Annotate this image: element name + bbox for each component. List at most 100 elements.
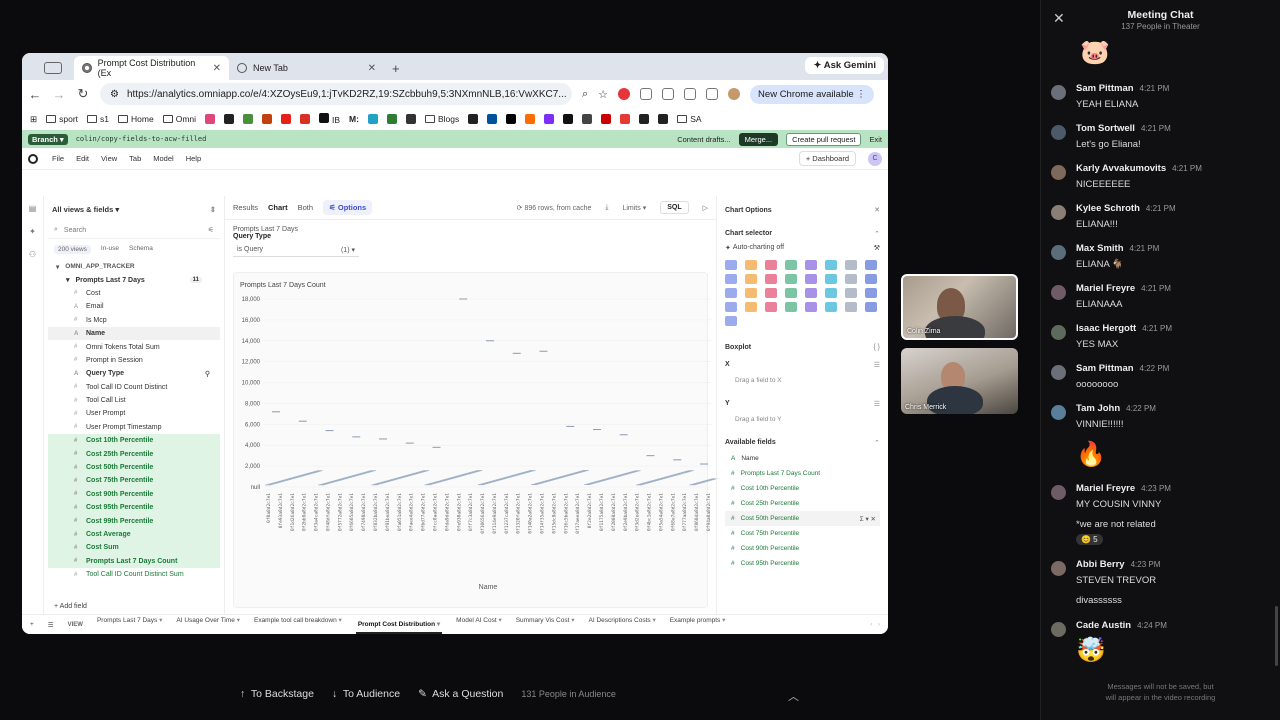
bookmark-icon[interactable] <box>525 114 536 124</box>
close-tab-icon[interactable]: ✕ <box>368 63 376 74</box>
workbook-tab[interactable]: Summary Vis Cost ▾ <box>516 616 575 634</box>
bookmark-star-icon[interactable]: ☆ <box>598 88 608 101</box>
measure-item[interactable]: # Cost 25th Percentile <box>48 447 220 461</box>
back-icon[interactable]: ← <box>28 87 42 102</box>
bookmark-folder-s1[interactable]: s1 <box>87 114 109 124</box>
chart-type-icon[interactable] <box>845 260 857 270</box>
bookmark-icon[interactable] <box>639 114 650 124</box>
chart-type-icon[interactable] <box>725 288 737 298</box>
sql-button[interactable]: SQL <box>660 201 689 214</box>
filter-icon[interactable]: ⚲ <box>205 370 210 378</box>
tab-menu-chevron-icon[interactable]: ▾ <box>157 617 162 624</box>
pill-views[interactable]: 200 views <box>54 245 91 254</box>
camera-extension-icon[interactable] <box>640 88 653 100</box>
chart-type-icon[interactable] <box>725 302 737 312</box>
branch-dropdown[interactable]: Branch ▾ <box>28 133 68 145</box>
video-tile-chris[interactable]: Chris Merrick <box>901 348 1018 414</box>
bookmark-folder-sa[interactable]: SA <box>677 114 702 124</box>
run-icon[interactable]: ▷ <box>703 204 708 212</box>
bookmark-icon[interactable] <box>262 114 273 124</box>
ask-gemini-button[interactable]: ✦ Ask Gemini <box>805 57 884 74</box>
chart-type-icon[interactable] <box>825 302 837 312</box>
apps-grid-icon[interactable]: ⊞ <box>30 114 37 125</box>
x-icon[interactable] <box>506 114 517 124</box>
field-item[interactable]: A Query Type ⚲ <box>48 367 220 380</box>
field-item[interactable]: # Cost <box>48 287 220 300</box>
filter-icon[interactable]: ⚟ <box>208 226 214 234</box>
measure-item[interactable]: # Cost 10th Percentile <box>48 434 220 448</box>
to-audience-button[interactable]: ↓ To Audience <box>332 688 400 700</box>
options-button[interactable]: ⚟ Options <box>323 200 373 215</box>
site-info-icon[interactable]: ⚙ <box>110 89 119 100</box>
tab-menu-chevron-icon[interactable]: ▾ <box>720 617 725 624</box>
video-tile-colin[interactable]: Colin Zima <box>901 274 1018 340</box>
nyt-icon[interactable] <box>582 114 593 124</box>
add-tab-icon[interactable]: + <box>30 621 34 628</box>
measure-item[interactable]: # Cost 75th Percentile <box>48 474 220 488</box>
chart-type-icon[interactable] <box>745 288 757 298</box>
tab-both[interactable]: Both <box>298 203 313 212</box>
field-item[interactable]: A Name <box>48 326 220 341</box>
chart-type-icon[interactable] <box>765 274 777 284</box>
browser-tab-active[interactable]: Prompt Cost Distribution (Ex ✕ <box>74 56 229 80</box>
bookmark-icon[interactable] <box>386 114 397 124</box>
fields-panel-icon[interactable]: ▤ <box>29 204 37 213</box>
chart-type-icon[interactable] <box>785 260 797 270</box>
chart-type-icon[interactable] <box>745 302 757 312</box>
profile-avatar[interactable] <box>728 88 741 100</box>
new-chrome-button[interactable]: New Chrome available ⋮ <box>750 84 874 104</box>
tabs-menu-icon[interactable]: ☰ <box>48 621 54 629</box>
tab-menu-chevron-icon[interactable]: ▾ <box>435 621 440 628</box>
fields-search-input[interactable]: ⌕ Search ⚟ <box>48 222 220 239</box>
available-fields-header[interactable]: Available fields ⌃ <box>725 433 880 451</box>
chart-type-icon[interactable] <box>785 288 797 298</box>
chart-type-icon[interactable] <box>805 260 817 270</box>
available-field-item[interactable]: # Cost 90th Percentile <box>725 541 880 556</box>
available-field-item[interactable]: # Cost 50th Percentile Σ ▾ ✕ <box>725 511 880 526</box>
boxplot-header[interactable]: Boxplot { } <box>725 338 880 355</box>
field-item[interactable]: # Omni Tokens Total Sum <box>48 340 220 353</box>
url-field[interactable]: ⚙ https://analytics.omniapp.co/e/4:XZOys… <box>100 83 572 105</box>
ask-question-button[interactable]: ✎ Ask a Question <box>418 688 503 700</box>
pill-schema[interactable]: Schema <box>129 245 153 254</box>
menu-edit[interactable]: Edit <box>76 154 89 163</box>
bookmark-folder-omni[interactable]: Omni <box>162 114 196 124</box>
chart-type-icon[interactable] <box>745 260 757 270</box>
tab-results[interactable]: Results <box>233 203 258 212</box>
chart-type-icon[interactable] <box>765 288 777 298</box>
menu-help[interactable]: Help <box>186 154 201 163</box>
chart-type-icon[interactable] <box>765 260 777 270</box>
wand-icon[interactable]: ⚒ <box>874 244 880 252</box>
pill-in-use[interactable]: In-use <box>101 245 119 254</box>
measure-item[interactable]: # Cost 95th Percentile <box>48 501 220 515</box>
chart-type-icon[interactable] <box>785 274 797 284</box>
available-field-item[interactable]: # Cost 75th Percentile <box>725 526 880 541</box>
menu-view[interactable]: View <box>101 154 117 163</box>
to-backstage-button[interactable]: ↑ To Backstage <box>240 688 314 700</box>
chart-type-icon[interactable] <box>805 288 817 298</box>
measure-item[interactable]: # Cost Sum <box>48 541 220 555</box>
chart-selector-header[interactable]: Chart selector ⌃ <box>725 224 880 242</box>
workbook-tab[interactable]: Prompts Last 7 Days ▾ <box>97 616 162 634</box>
user-avatar[interactable]: C <box>868 151 882 166</box>
bookmark-icon[interactable] <box>620 114 631 124</box>
chart-type-icon[interactable] <box>865 302 877 312</box>
measure-item[interactable]: # Cost 99th Percentile <box>48 514 220 528</box>
ai-assistant-icon[interactable]: ✦ <box>29 227 36 236</box>
chart-type-icon[interactable] <box>725 260 737 270</box>
topics-icon[interactable]: ⚇ <box>29 250 36 259</box>
field-item[interactable]: # Tool Call ID Count Distinct <box>48 381 220 394</box>
workbook-tab[interactable]: Model AI Cost ▾ <box>456 616 502 634</box>
measure-item[interactable]: # Prompts Last 7 Days Count <box>48 554 220 568</box>
forward-icon[interactable]: → <box>52 87 66 102</box>
field-item[interactable]: # User Prompt Timestamp <box>48 421 220 434</box>
gmail-icon[interactable] <box>300 114 311 124</box>
axis-settings-icon[interactable]: ☰ <box>874 361 880 369</box>
chart-type-icon[interactable] <box>725 274 737 284</box>
tab-menu-chevron-icon[interactable]: ▾ <box>569 617 574 624</box>
cast-icon[interactable] <box>684 88 697 100</box>
download-icon[interactable] <box>706 88 719 100</box>
content-drafts-button[interactable]: Content drafts... <box>677 135 730 144</box>
available-field-item[interactable]: # Cost 10th Percentile <box>725 481 880 496</box>
exit-branch-button[interactable]: Exit <box>869 135 882 144</box>
